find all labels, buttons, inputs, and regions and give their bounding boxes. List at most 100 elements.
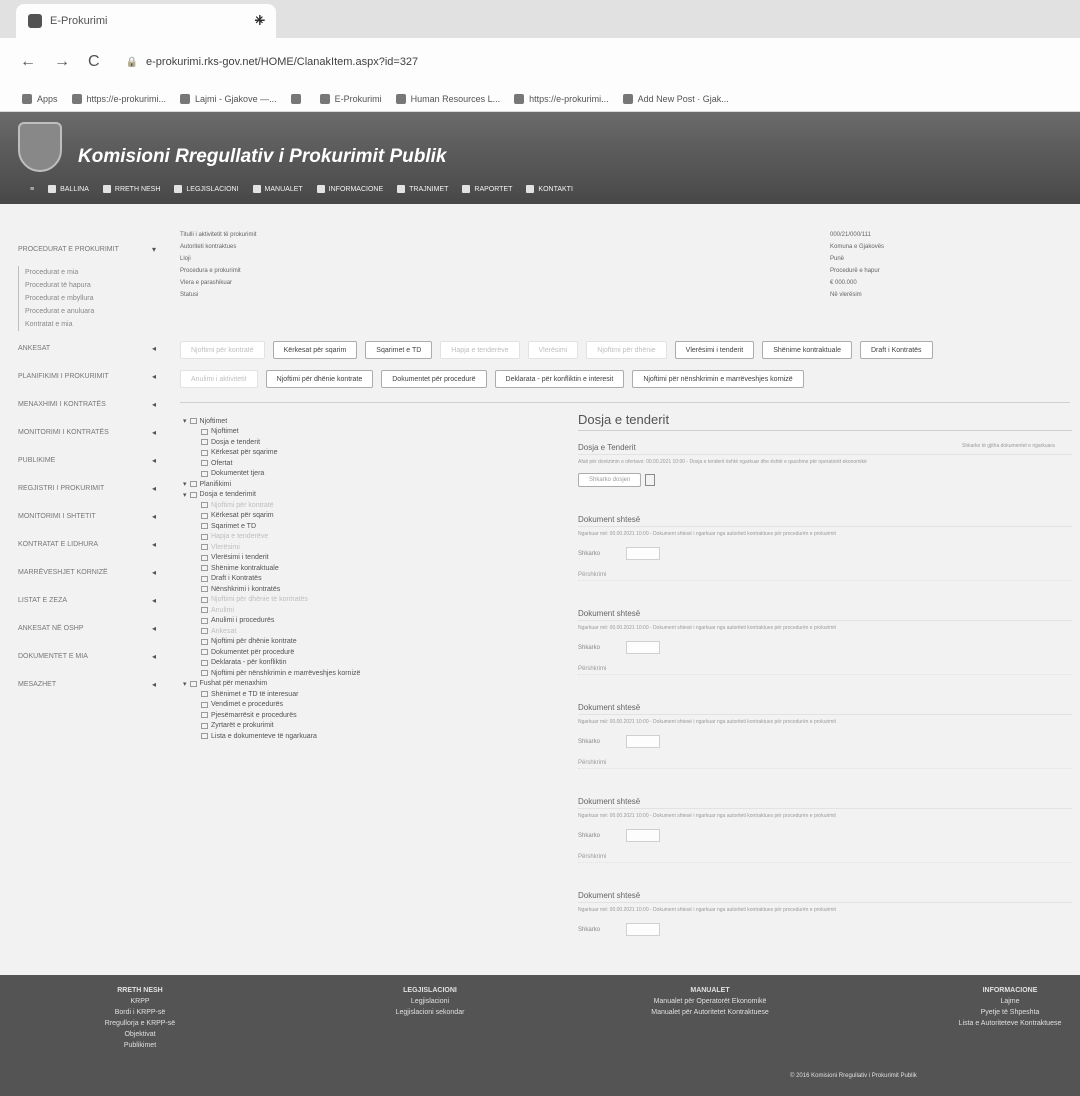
nav-item-1[interactable]: Rreth nesh [102, 185, 160, 193]
action-button[interactable]: Draft i Kontratës [859, 341, 933, 359]
tree-node[interactable]: Njoftimi për kontratë [183, 500, 563, 511]
sidebar-item[interactable]: Monitorimi i shtetit ◂ [0, 502, 170, 530]
tree-node[interactable]: ▾ Dosja e tenderimit [183, 490, 563, 501]
footer-link[interactable]: Bordi i KRPP-së [70, 1007, 210, 1018]
browser-tab[interactable]: E-Prokurimi × [16, 4, 276, 38]
nav-item-3[interactable]: Manualet [252, 185, 303, 193]
sidebar-item[interactable]: Procedurat e prokurimit ▾ [0, 235, 170, 263]
tree-node[interactable]: Ofertat [183, 458, 563, 469]
bookmark-item[interactable]: https://e-prokurimi... [71, 93, 166, 104]
sidebar-item[interactable]: Kontratat e lidhura ◂ [0, 530, 170, 558]
sidebar-subitem[interactable]: Procedurat e mia [18, 266, 170, 279]
bookmark-item[interactable]: Apps [22, 93, 58, 104]
nav-item-5[interactable]: Trajnimet [397, 185, 448, 193]
footer-link[interactable]: Manualet për Autoritetet Kontraktuese [640, 1007, 780, 1018]
action-button[interactable]: Deklarata - për konfliktin e interesit [494, 370, 625, 388]
sidebar-subitem[interactable]: Procedurat e mbyllura [18, 292, 170, 305]
footer-link[interactable]: Pyetje të Shpeshta [940, 1007, 1080, 1018]
nav-item-6[interactable]: Raportet [462, 185, 512, 193]
action-button[interactable]: Njoftimi për dhënie kontrate [265, 370, 374, 388]
sidebar-item[interactable]: Listat e zeza ◂ [0, 586, 170, 614]
tree-node[interactable]: Nënshkrimi i kontratës [183, 584, 563, 595]
bookmark-item[interactable]: Human Resources L... [395, 93, 500, 104]
tree-node[interactable]: Vlerësimi i tenderit [183, 553, 563, 564]
tree-node[interactable]: Deklarata - për konfliktin [183, 658, 563, 669]
action-button[interactable]: Kërkesat për sqarim [272, 341, 358, 359]
tree-node[interactable]: Ankesat [183, 626, 563, 637]
sidebar-item[interactable]: Menaxhimi i kontratës ◂ [0, 390, 170, 418]
nav-item-0[interactable]: Ballina [48, 185, 89, 193]
bookmark-item[interactable]: Lajmi - Gjakove —... [180, 93, 277, 104]
tree-node[interactable]: Dosja e tenderit [183, 437, 563, 448]
bookmark-item[interactable]: https://e-prokurimi... [514, 93, 609, 104]
tree-node[interactable]: Vlerësimi [183, 542, 563, 553]
tree-node[interactable]: Pjesëmarrësit e procedurës [183, 710, 563, 721]
tree-node[interactable]: Njoftimet [183, 427, 563, 438]
nav-item-7[interactable]: Kontakti [526, 185, 573, 193]
tree-node[interactable]: Anulimi [183, 605, 563, 616]
tree-node[interactable]: Dokumentet tjera [183, 469, 563, 480]
sidebar-item[interactable]: Publikime ◂ [0, 446, 170, 474]
tree-node[interactable]: Zyrtarët e prokurimit [183, 721, 563, 732]
tree-node[interactable]: Kërkesat për sqarime [183, 448, 563, 459]
footer-link[interactable]: Lista e Autoriteteve Kontraktuese [940, 1018, 1080, 1029]
bookmark-item[interactable] [290, 93, 306, 104]
sidebar-item[interactable]: Regjistri i prokurimit ◂ [0, 474, 170, 502]
expand-icon[interactable]: ▾ [183, 417, 187, 425]
expand-icon[interactable]: ▾ [183, 480, 187, 488]
tree-node[interactable]: Njoftimi për dhënie të kontratës [183, 595, 563, 606]
footer-link[interactable]: Legjislacioni sekondar [360, 1007, 500, 1018]
download-dossier-button[interactable]: Shkarko dosjen [578, 473, 642, 487]
action-button[interactable]: Sqarimet e TD [365, 341, 433, 359]
tree-node[interactable]: Shënime kontraktuale [183, 563, 563, 574]
sidebar-item[interactable]: Dokumentet e mia ◂ [0, 642, 170, 670]
tree-node[interactable]: Vendimet e procedurës [183, 700, 563, 711]
sidebar-item[interactable]: Ankesat në OSHP ◂ [0, 614, 170, 642]
nav-item-2[interactable]: Legjislacioni [174, 185, 239, 193]
footer-link[interactable]: Publikimet [70, 1040, 210, 1051]
sidebar-subitem[interactable]: Procedurat të hapura [18, 279, 170, 292]
back-icon[interactable]: ← [20, 53, 36, 71]
tree-node[interactable]: Shënimet e TD të interesuar [183, 689, 563, 700]
reload-icon[interactable]: C [88, 53, 100, 71]
forward-icon[interactable]: → [54, 53, 70, 71]
tree-node[interactable]: Kërkesat për sqarim [183, 511, 563, 522]
sidebar-item[interactable]: Mesazhet ◂ [0, 670, 170, 698]
tree-node[interactable]: Njoftimi për dhënie kontrate [183, 637, 563, 648]
footer-link[interactable]: Rregullorja e KRPP-së [70, 1018, 210, 1029]
footer-link[interactable]: Legjislacioni [360, 996, 500, 1007]
action-button[interactable]: Dokumentet për procedurë [381, 370, 487, 388]
tree-node[interactable]: Njoftimi për nënshkrimin e marrëveshjes … [183, 668, 563, 679]
sidebar-item[interactable]: Planifikimi i prokurimit ◂ [0, 362, 170, 390]
tree-node[interactable]: ▾ Planifikimi [183, 479, 563, 490]
footer-link[interactable]: Lajme [940, 996, 1080, 1007]
tree-node[interactable]: ▾ Njoftimet [183, 416, 563, 427]
tree-node[interactable]: Sqarimet e TD [183, 521, 563, 532]
bookmark-item[interactable]: E-Prokurimi [319, 93, 382, 104]
footer-link[interactable]: Manualet për Operatorët Ekonomikë [640, 996, 780, 1007]
footer-link[interactable]: Objektivat [70, 1029, 210, 1040]
bookmark-item[interactable]: Add New Post · Gjak... [622, 93, 729, 104]
sidebar-item[interactable]: Marrëveshjet kornizë ◂ [0, 558, 170, 586]
file-input-button[interactable] [626, 735, 661, 748]
tree-node[interactable]: Dokumentet për procedurë [183, 647, 563, 658]
expand-icon[interactable]: ▾ [183, 680, 187, 688]
action-button[interactable]: Shënime kontraktuale [762, 341, 852, 359]
tree-node[interactable]: Draft i Kontratës [183, 574, 563, 585]
file-input-button[interactable] [626, 923, 661, 936]
file-input-button[interactable] [626, 547, 661, 560]
tree-node[interactable]: ▾ Fushat për menaxhim [183, 679, 563, 690]
expand-icon[interactable]: ▾ [183, 491, 187, 499]
new-tab-icon[interactable]: + [254, 10, 266, 33]
file-input-button[interactable] [626, 829, 661, 842]
tree-node[interactable]: Hapja e tenderëve [183, 532, 563, 543]
action-button[interactable]: Vlerësimi i tenderit [674, 341, 755, 359]
tree-node[interactable]: Lista e dokumenteve të ngarkuara [183, 731, 563, 742]
sidebar-subitem[interactable]: Kontratat e mia [18, 318, 170, 331]
file-input-button[interactable] [626, 641, 661, 654]
tree-node[interactable]: Anulimi i procedurës [183, 616, 563, 627]
action-button[interactable]: Njoftimi për nënshkrimin e marrëveshjes … [632, 370, 804, 388]
sidebar-item[interactable]: Ankesat ◂ [0, 334, 170, 362]
nav-item-4[interactable]: Informacione [316, 185, 383, 193]
sidebar-subitem[interactable]: Procedurat e anuluara [18, 305, 170, 318]
